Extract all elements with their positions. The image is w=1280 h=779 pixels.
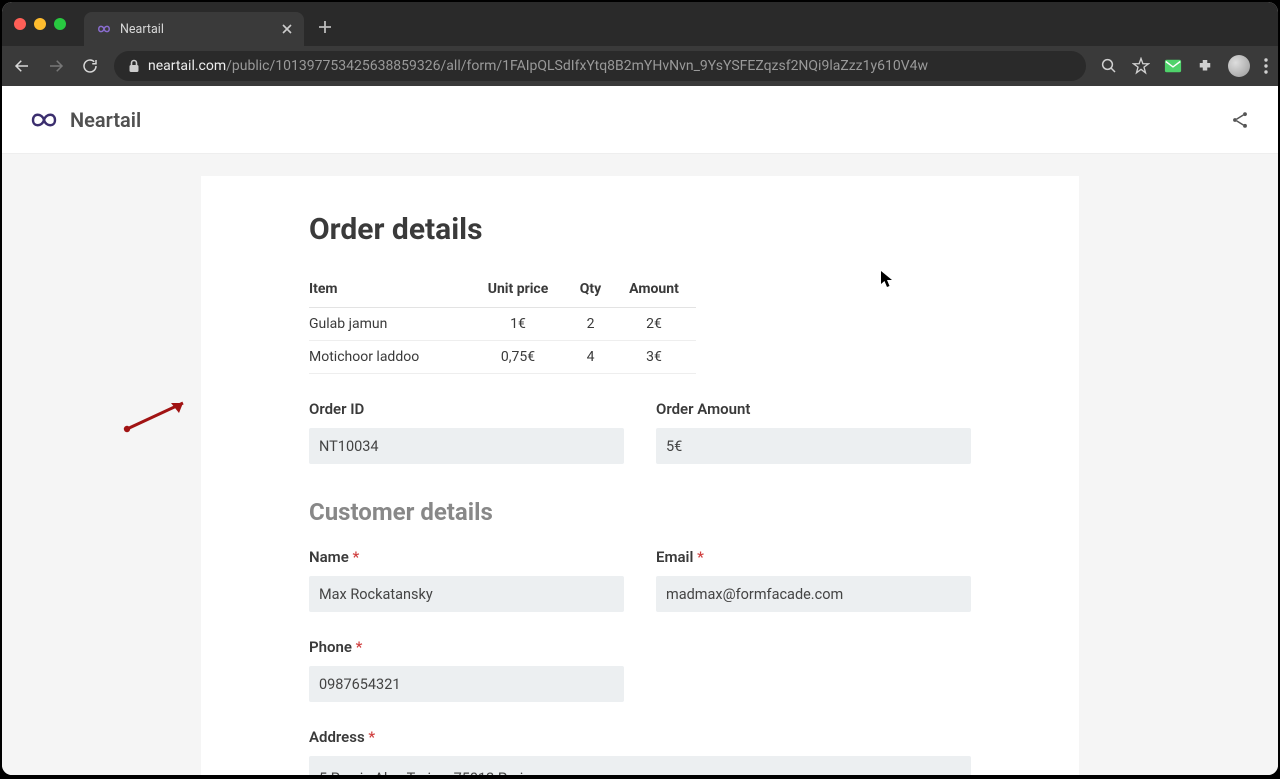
table-row: Gulab jamun 1€ 2 2€ bbox=[309, 308, 696, 341]
back-button[interactable] bbox=[12, 56, 32, 76]
window-controls bbox=[14, 18, 66, 30]
order-heading: Order details bbox=[309, 212, 971, 247]
favicon-icon bbox=[96, 21, 112, 37]
tab-title: Neartail bbox=[120, 22, 274, 37]
name-input[interactable] bbox=[309, 576, 624, 612]
url-bar[interactable]: neartail.com/public/10139775342563885932… bbox=[114, 51, 1086, 81]
phone-label: Phone * bbox=[309, 638, 624, 656]
name-label: Name * bbox=[309, 548, 624, 566]
brand-logo-icon bbox=[30, 111, 58, 129]
browser-tab[interactable]: Neartail bbox=[84, 12, 304, 46]
url-path: /public/101397753425638859326/all/form/1… bbox=[226, 58, 928, 74]
share-button[interactable] bbox=[1230, 110, 1250, 130]
cell-item: Motichoor laddoo bbox=[309, 341, 479, 374]
brand-name: Neartail bbox=[70, 108, 141, 132]
order-id-input[interactable] bbox=[309, 428, 624, 464]
address-label: Address * bbox=[309, 728, 971, 746]
phone-input[interactable] bbox=[309, 666, 624, 702]
col-item: Item bbox=[309, 273, 479, 308]
email-field: Email * bbox=[656, 548, 971, 612]
brand[interactable]: Neartail bbox=[30, 108, 141, 132]
cell-unit: 1€ bbox=[479, 308, 569, 341]
forward-button[interactable] bbox=[46, 56, 66, 76]
url-host: neartail.com bbox=[148, 58, 226, 74]
col-amount: Amount bbox=[624, 273, 696, 308]
maximize-window-button[interactable] bbox=[54, 18, 66, 30]
cell-amount: 3€ bbox=[624, 341, 696, 374]
app-header: Neartail bbox=[2, 86, 1278, 154]
new-tab-button[interactable] bbox=[304, 20, 346, 34]
order-id-field: Order ID bbox=[309, 400, 624, 464]
email-input[interactable] bbox=[656, 576, 971, 612]
browser-window: Neartail neartail.com/public/10139775342… bbox=[2, 2, 1278, 775]
close-tab-button[interactable] bbox=[282, 24, 292, 34]
content-area: Order details Item Unit price Qty Amount… bbox=[2, 154, 1278, 775]
address-input[interactable] bbox=[309, 756, 971, 775]
tab-bar: Neartail bbox=[2, 2, 1278, 46]
cell-qty: 4 bbox=[569, 341, 624, 374]
star-icon[interactable] bbox=[1132, 57, 1150, 75]
name-field: Name * bbox=[309, 548, 624, 612]
reload-button[interactable] bbox=[80, 56, 100, 76]
cell-qty: 2 bbox=[569, 308, 624, 341]
order-amount-label: Order Amount bbox=[656, 400, 971, 418]
extensions-icon[interactable] bbox=[1196, 57, 1214, 75]
order-id-label: Order ID bbox=[309, 400, 624, 418]
toolbar-right bbox=[1100, 55, 1268, 77]
form-card: Order details Item Unit price Qty Amount… bbox=[201, 176, 1079, 775]
table-row: Motichoor laddoo 0,75€ 4 3€ bbox=[309, 341, 696, 374]
address-field: Address * bbox=[309, 728, 971, 775]
close-window-button[interactable] bbox=[14, 18, 26, 30]
customer-heading: Customer details bbox=[309, 498, 971, 526]
cell-item: Gulab jamun bbox=[309, 308, 479, 341]
order-amount-input[interactable] bbox=[656, 428, 971, 464]
annotation-arrow bbox=[121, 395, 201, 435]
profile-avatar[interactable] bbox=[1228, 55, 1250, 77]
order-amount-field: Order Amount bbox=[656, 400, 971, 464]
cell-unit: 0,75€ bbox=[479, 341, 569, 374]
items-table: Item Unit price Qty Amount Gulab jamun 1… bbox=[309, 273, 696, 374]
cell-amount: 2€ bbox=[624, 308, 696, 341]
lock-icon bbox=[128, 59, 140, 73]
browser-toolbar: neartail.com/public/10139775342563885932… bbox=[2, 46, 1278, 86]
menu-icon[interactable] bbox=[1264, 58, 1268, 74]
email-label: Email * bbox=[656, 548, 971, 566]
minimize-window-button[interactable] bbox=[34, 18, 46, 30]
col-qty: Qty bbox=[569, 273, 624, 308]
search-icon[interactable] bbox=[1100, 57, 1118, 75]
col-unit: Unit price bbox=[479, 273, 569, 308]
phone-field: Phone * bbox=[309, 638, 624, 702]
mail-extension-icon[interactable] bbox=[1164, 58, 1182, 74]
